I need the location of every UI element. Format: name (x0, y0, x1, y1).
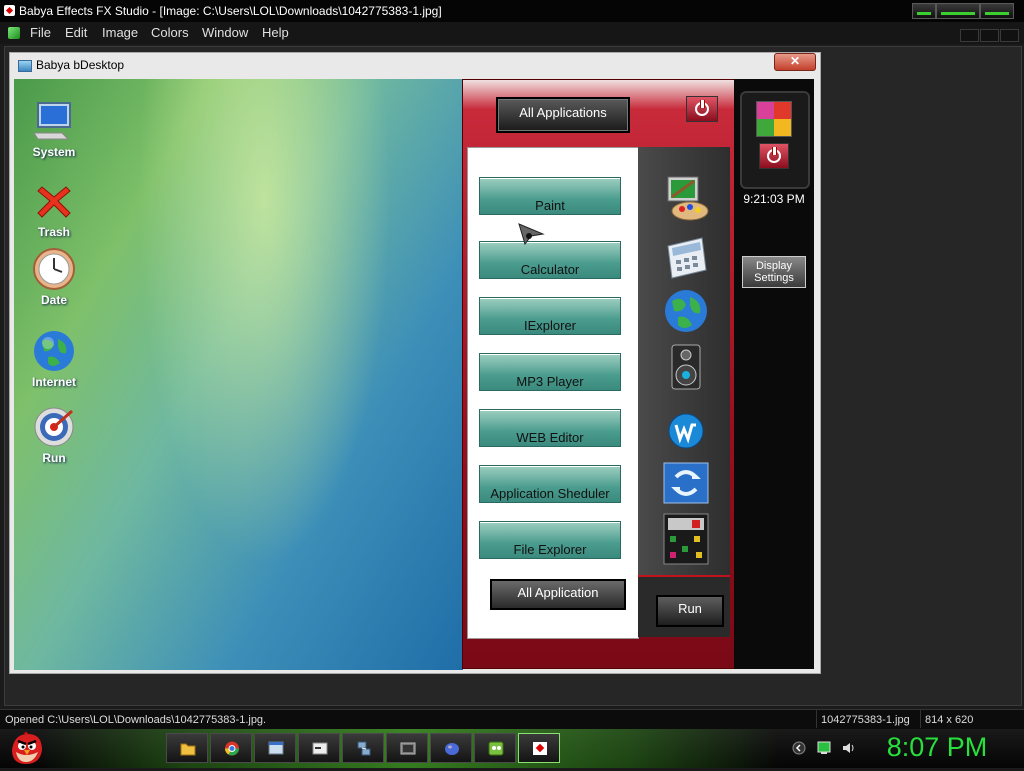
file-explorer-icon[interactable] (662, 512, 710, 566)
run-button[interactable]: Run (656, 595, 724, 627)
taskbar-clock[interactable]: 8:07 PM (882, 732, 992, 763)
window-icon (268, 741, 284, 756)
menu-colors[interactable]: Colors (151, 25, 189, 40)
mdi-close-button[interactable] (1000, 29, 1019, 42)
shutdown-button[interactable] (759, 143, 789, 169)
app-button-iexplorer[interactable]: IExplorer (479, 297, 621, 335)
desktop-icon-label: Trash (37, 225, 70, 239)
power-button[interactable] (686, 96, 718, 122)
app-button-calculator[interactable]: Calculator (479, 241, 621, 279)
desktop-icon-label: Date (40, 293, 67, 307)
tray-chevron-icon[interactable] (792, 741, 806, 755)
power-icon (695, 100, 709, 116)
desktop-icon-label: Run (42, 451, 66, 465)
start-button-bird-icon[interactable] (8, 730, 46, 766)
desktop-icon-trash[interactable]: Trash (24, 179, 84, 239)
mdi-minimize-button[interactable] (960, 29, 979, 42)
status-message: Opened C:\Users\LOL\Downloads\1042775383… (5, 714, 267, 726)
game-icon (488, 741, 504, 756)
app-button-web-editor[interactable]: WEB Editor (479, 409, 621, 447)
minimize-button[interactable] (912, 3, 936, 19)
menu-logo-icon (8, 27, 20, 39)
trash-x-icon (32, 179, 76, 223)
menu-edit[interactable]: Edit (65, 25, 87, 40)
image-window-close-button[interactable]: ✕ (774, 53, 816, 71)
globe-icon[interactable] (662, 287, 710, 335)
taskbar-window[interactable] (254, 733, 296, 763)
clock-icon (32, 247, 76, 291)
status-bar: Opened C:\Users\LOL\Downloads\1042775383… (0, 709, 1024, 730)
desktop-icon-label: Internet (31, 375, 76, 389)
maximize-button[interactable] (936, 3, 980, 19)
speaker-icon[interactable] (662, 343, 710, 391)
media-icon (400, 741, 416, 756)
network-icon (356, 741, 372, 756)
menu-help[interactable]: Help (262, 25, 289, 40)
desktop-icon-date[interactable]: Date (24, 247, 84, 307)
taskbar-app-active[interactable] (518, 733, 560, 763)
tray-volume-icon[interactable] (841, 741, 855, 755)
application-list (467, 147, 639, 639)
app-icon (4, 5, 15, 16)
app-button-file-explorer[interactable]: File Explorer (479, 521, 621, 559)
cursor-icon (517, 222, 545, 246)
paint-palette-icon[interactable] (662, 175, 710, 223)
window-title: Babya Effects FX Studio - [Image: C:\Use… (19, 4, 442, 18)
ball-icon (444, 741, 460, 756)
mdi-restore-button[interactable] (980, 29, 999, 42)
app-icon (532, 741, 548, 756)
calculator-icon[interactable] (662, 234, 710, 282)
desktop-icon-system[interactable]: System (24, 99, 84, 159)
all-applications-button[interactable]: All Applications (496, 97, 630, 133)
folder-icon (180, 741, 196, 756)
desktop-background: System Trash Date Internet Run (14, 79, 463, 670)
menu-window[interactable]: Window (202, 25, 248, 40)
menu-file[interactable]: File (30, 25, 51, 40)
panel-clock: 9:21:03 PM (743, 192, 805, 206)
web-editor-icon[interactable] (662, 407, 710, 455)
taskbar-ball[interactable] (430, 733, 472, 763)
all-application-button[interactable]: All Application (490, 579, 626, 610)
image-window-title: Babya bDesktop (36, 58, 125, 72)
app-button-mp3-player[interactable]: MP3 Player (479, 353, 621, 391)
brand-logo-icon[interactable] (756, 101, 792, 137)
taskbar-folder[interactable] (166, 733, 208, 763)
taskbar-network[interactable] (342, 733, 384, 763)
taskbar-console[interactable] (298, 733, 340, 763)
title-bar: Babya Effects FX Studio - [Image: C:\Use… (0, 0, 1024, 22)
taskbar-chrome[interactable] (210, 733, 252, 763)
taskbar-media[interactable] (386, 733, 428, 763)
tray-network-icon[interactable] (817, 741, 831, 755)
monitor-icon (32, 99, 76, 143)
menu-image[interactable]: Image (102, 25, 138, 40)
close-app-button[interactable] (980, 3, 1014, 19)
console-icon (312, 741, 328, 756)
image-window-icon (18, 60, 32, 72)
chrome-icon (224, 741, 240, 756)
menu-bar: File Edit Image Colors Window Help (0, 22, 1024, 44)
desktop-icon-internet[interactable]: Internet (24, 329, 84, 389)
desktop-icon-run[interactable]: Run (24, 405, 84, 465)
sync-icon[interactable] (662, 461, 710, 509)
taskbar-game[interactable] (474, 733, 516, 763)
target-icon (32, 405, 76, 449)
app-button-application-sheduler[interactable]: Application Sheduler (479, 465, 621, 503)
app-button-paint[interactable]: Paint (479, 177, 621, 215)
status-dimensions: 814 x 620 (920, 710, 1024, 728)
power-icon (767, 147, 781, 163)
globe-icon (32, 329, 76, 373)
desktop-icon-label: System (32, 145, 76, 159)
display-settings-button[interactable]: Display Settings (742, 256, 806, 288)
